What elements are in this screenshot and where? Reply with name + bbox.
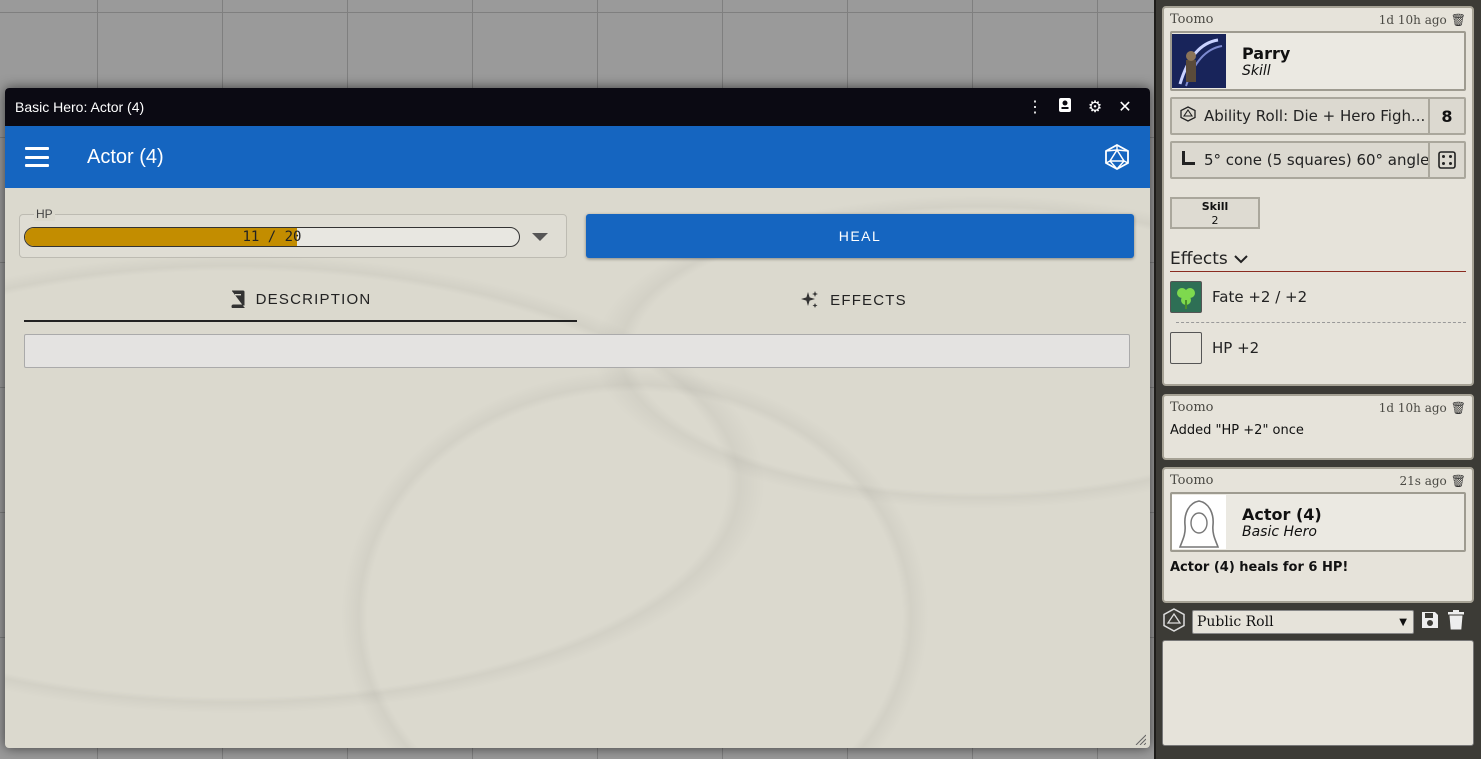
message-text: Actor (4) heals for 6 HP! <box>1170 560 1349 575</box>
more-vert-icon[interactable]: ⋮ <box>1020 97 1050 117</box>
hp-value-text: 11 / 20 <box>242 229 302 245</box>
trash-icon[interactable]: 🗑 <box>1451 13 1466 27</box>
chat-message: Toomo 1d 10h ago 🗑 Parry Skill Ability R… <box>1162 6 1474 386</box>
message-author: Toomo <box>1170 12 1214 27</box>
heal-button[interactable]: HEAL <box>586 214 1134 258</box>
description-editor[interactable] <box>24 334 1130 368</box>
hp-row: HP 11 / 20 HEAL <box>19 207 1134 258</box>
tab-effects-label: EFFECTS <box>830 291 907 309</box>
ability-roll-row[interactable]: Ability Roll: Die + Hero Figh... 8 <box>1170 97 1466 135</box>
book-icon <box>231 290 245 308</box>
chevron-down-icon: ▼ <box>1399 616 1407 628</box>
effect-label: HP +2 <box>1212 339 1260 357</box>
sheet-tabs: DESCRIPTION EFFECTS <box>24 278 1130 322</box>
window-titlebar[interactable]: Basic Hero: Actor (4) ⋮ ⚙ ✕ <box>5 88 1150 126</box>
roll-mode-select[interactable]: Public Roll ▼ <box>1192 610 1414 634</box>
message-author: Toomo <box>1170 473 1214 488</box>
effect-item[interactable]: Fate +2 / +2 <box>1170 272 1466 322</box>
actor-card-header[interactable]: Actor (4) Basic Hero <box>1170 492 1466 552</box>
chat-controls: Public Roll ▼ <box>1162 608 1472 636</box>
effect-item[interactable]: HP +2 <box>1170 323 1466 373</box>
hamburger-menu-icon[interactable] <box>25 147 49 167</box>
chat-message-input[interactable] <box>1162 640 1474 746</box>
message-text: Added "HP +2" once <box>1170 423 1304 438</box>
tab-description[interactable]: DESCRIPTION <box>24 278 577 322</box>
d20-roll-icon[interactable] <box>1104 144 1130 170</box>
blank-icon <box>1170 332 1202 364</box>
hp-dropdown-caret-icon[interactable] <box>532 233 548 241</box>
actor-name: Actor (4) <box>87 145 164 168</box>
ruler-icon <box>1180 150 1196 170</box>
chat-message: Toomo 1d 10h ago 🗑 Added "HP +2" once <box>1162 394 1474 460</box>
skill-box[interactable]: Skill 2 <box>1170 197 1260 229</box>
chevron-down-icon <box>1234 249 1248 269</box>
card-title: Actor (4) <box>1242 504 1322 524</box>
token-icon[interactable] <box>1050 97 1080 118</box>
card-title: Parry <box>1242 43 1291 63</box>
clover-icon <box>1170 281 1202 313</box>
trash-icon[interactable]: 🗑 <box>1451 474 1466 488</box>
effect-label: Fate +2 / +2 <box>1212 288 1308 306</box>
tab-description-label: DESCRIPTION <box>255 290 372 308</box>
sparkles-icon <box>801 291 819 308</box>
actor-sheet-window: Basic Hero: Actor (4) ⋮ ⚙ ✕ Actor (4) HP <box>5 88 1150 748</box>
template-text: 5° cone (5 squares) 60° angle <box>1204 151 1428 169</box>
ability-roll-result[interactable]: 8 <box>1428 99 1464 133</box>
trash-icon[interactable] <box>1446 609 1466 635</box>
gear-icon[interactable]: ⚙ <box>1080 97 1110 117</box>
hp-field[interactable]: HP 11 / 20 <box>19 207 567 258</box>
resize-handle-icon[interactable] <box>1134 733 1146 745</box>
d20-icon[interactable] <box>1162 608 1186 636</box>
window-title: Basic Hero: Actor (4) <box>15 99 145 115</box>
parry-skill-image <box>1172 34 1226 88</box>
dice-icon[interactable] <box>1428 143 1464 177</box>
actor-portrait <box>1172 495 1226 549</box>
message-timestamp: 21s ago <box>1399 473 1447 488</box>
card-subtitle: Basic Hero <box>1242 523 1317 540</box>
effects-heading[interactable]: Effects <box>1170 249 1466 272</box>
save-icon[interactable] <box>1420 610 1440 634</box>
skill-box-label: Skill <box>1201 200 1229 213</box>
roll-mode-value: Public Roll <box>1197 614 1274 630</box>
trash-icon[interactable]: 🗑 <box>1451 401 1466 415</box>
message-timestamp: 1d 10h ago <box>1378 12 1447 27</box>
close-icon[interactable]: ✕ <box>1110 97 1140 117</box>
hp-label: HP <box>34 207 55 221</box>
hp-bar[interactable]: 11 / 20 <box>24 227 520 247</box>
ability-roll-text: Ability Roll: Die + Hero Figh... <box>1204 107 1426 125</box>
item-card-header[interactable]: Parry Skill <box>1170 31 1466 91</box>
skill-box-value: 2 <box>1211 214 1219 227</box>
card-subtitle: Skill <box>1242 62 1271 79</box>
d20-icon <box>1180 106 1196 126</box>
message-timestamp: 1d 10h ago <box>1378 400 1447 415</box>
template-row[interactable]: 5° cone (5 squares) 60° angle <box>1170 141 1466 179</box>
message-author: Toomo <box>1170 400 1214 415</box>
tab-effects[interactable]: EFFECTS <box>577 278 1130 322</box>
chat-message: Toomo 21s ago 🗑 Actor (4) Basic Hero Act… <box>1162 467 1474 603</box>
sheet-appbar: Actor (4) <box>5 126 1150 188</box>
effects-heading-label: Effects <box>1170 249 1228 269</box>
